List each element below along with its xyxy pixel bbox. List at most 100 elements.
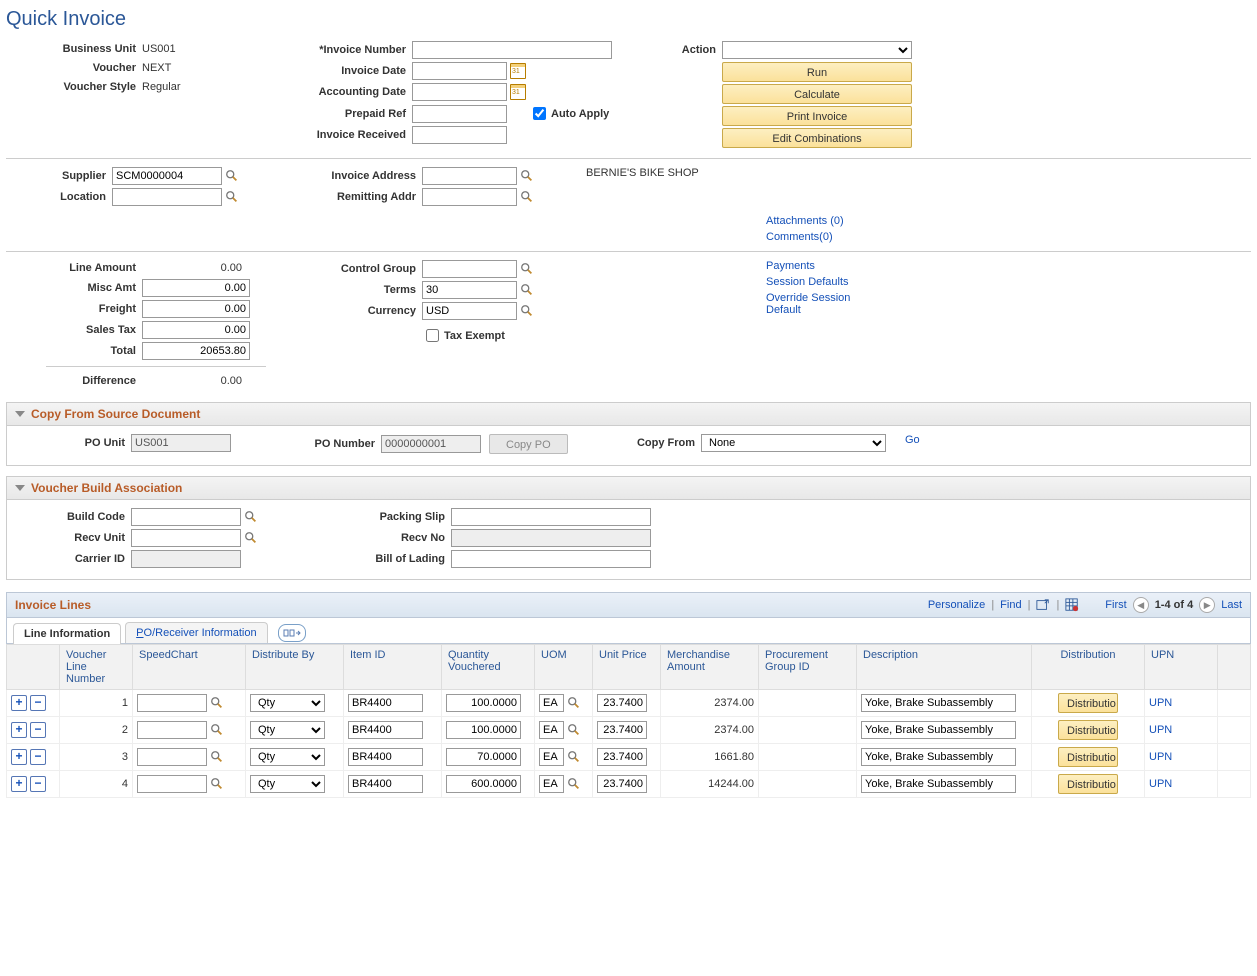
tax-exempt-checkbox[interactable]: [426, 329, 439, 342]
prev-arrow-icon[interactable]: ◀: [1133, 597, 1149, 613]
accounting-date-input[interactable]: [412, 83, 507, 101]
find-link[interactable]: Find: [1000, 599, 1021, 611]
distribution-button[interactable]: Distributio: [1058, 747, 1118, 767]
lookup-icon[interactable]: [567, 696, 581, 710]
invoice-received-input[interactable]: [412, 126, 507, 144]
add-row-button[interactable]: +: [11, 749, 27, 765]
next-arrow-icon[interactable]: ▶: [1199, 597, 1215, 613]
uom-input[interactable]: [539, 694, 564, 712]
calendar-icon[interactable]: [510, 63, 526, 79]
session-defaults-link[interactable]: Session Defaults: [766, 276, 886, 288]
print-invoice-button[interactable]: Print Invoice: [722, 106, 912, 126]
delete-row-button[interactable]: −: [30, 695, 46, 711]
first-link[interactable]: First: [1105, 599, 1126, 611]
freight-input[interactable]: [142, 300, 250, 318]
remitting-addr-input[interactable]: [422, 188, 517, 206]
misc-amt-input[interactable]: [142, 279, 250, 297]
upn-link[interactable]: UPN: [1149, 778, 1172, 790]
tab-po-receiver-information[interactable]: PPO/Receiver InformationO/Receiver Infor…: [125, 622, 267, 643]
col-uom[interactable]: UOM: [535, 645, 593, 690]
quantity-input[interactable]: [446, 694, 521, 712]
uom-input[interactable]: [539, 748, 564, 766]
lookup-icon[interactable]: [210, 750, 224, 764]
run-button[interactable]: Run: [722, 62, 912, 82]
lookup-icon[interactable]: [567, 750, 581, 764]
zoom-icon[interactable]: [1036, 598, 1050, 612]
col-distribute-by[interactable]: Distribute By: [246, 645, 344, 690]
upn-link[interactable]: UPN: [1149, 724, 1172, 736]
add-row-button[interactable]: +: [11, 722, 27, 738]
quantity-input[interactable]: [446, 721, 521, 739]
last-link[interactable]: Last: [1221, 599, 1242, 611]
supplier-input[interactable]: [112, 167, 222, 185]
col-description[interactable]: Description: [857, 645, 1032, 690]
upn-link[interactable]: UPN: [1149, 751, 1172, 763]
lookup-icon[interactable]: [210, 696, 224, 710]
control-group-input[interactable]: [422, 260, 517, 278]
uom-input[interactable]: [539, 721, 564, 739]
distribution-button[interactable]: Distributio: [1058, 774, 1118, 794]
invoice-date-input[interactable]: [412, 62, 507, 80]
distribution-button[interactable]: Distributio: [1058, 720, 1118, 740]
sales-tax-input[interactable]: [142, 321, 250, 339]
total-input[interactable]: [142, 342, 250, 360]
location-input[interactable]: [112, 188, 222, 206]
unit-price-input[interactable]: [597, 694, 647, 712]
add-row-button[interactable]: +: [11, 776, 27, 792]
lookup-icon[interactable]: [210, 777, 224, 791]
speedchart-input[interactable]: [137, 694, 207, 712]
lookup-icon[interactable]: [520, 190, 534, 204]
col-unit-price[interactable]: Unit Price: [593, 645, 661, 690]
col-distribution[interactable]: Distribution: [1032, 645, 1145, 690]
payments-link[interactable]: Payments: [766, 260, 886, 272]
unit-price-input[interactable]: [597, 721, 647, 739]
currency-input[interactable]: [422, 302, 517, 320]
uom-input[interactable]: [539, 775, 564, 793]
lookup-icon[interactable]: [225, 190, 239, 204]
lookup-icon[interactable]: [520, 262, 534, 276]
lookup-icon[interactable]: [520, 169, 534, 183]
description-input[interactable]: [861, 721, 1016, 739]
lookup-icon[interactable]: [520, 283, 534, 297]
col-procurement-group-id[interactable]: Procurement Group ID: [759, 645, 857, 690]
lookup-icon[interactable]: [244, 510, 258, 524]
unit-price-input[interactable]: [597, 775, 647, 793]
lookup-icon[interactable]: [567, 723, 581, 737]
comments-link[interactable]: Comments(0): [766, 231, 1251, 243]
action-select[interactable]: [722, 41, 912, 59]
calendar-icon[interactable]: [510, 84, 526, 100]
go-link[interactable]: Go: [905, 434, 920, 446]
item-id-input[interactable]: [348, 721, 423, 739]
lookup-icon[interactable]: [567, 777, 581, 791]
prepaid-ref-input[interactable]: [412, 105, 507, 123]
quantity-input[interactable]: [446, 775, 521, 793]
invoice-number-input[interactable]: [412, 41, 612, 59]
col-quantity-vouchered[interactable]: Quantity Vouchered: [442, 645, 535, 690]
speedchart-input[interactable]: [137, 775, 207, 793]
download-icon[interactable]: [1065, 598, 1079, 612]
calculate-button[interactable]: Calculate: [722, 84, 912, 104]
description-input[interactable]: [861, 694, 1016, 712]
override-session-default-link[interactable]: Override Session Default: [766, 292, 886, 316]
delete-row-button[interactable]: −: [30, 722, 46, 738]
edit-combinations-button[interactable]: Edit Combinations: [722, 128, 912, 148]
col-merchandise-amount[interactable]: Merchandise Amount: [661, 645, 759, 690]
attachments-link[interactable]: Attachments (0): [766, 215, 1251, 227]
collapse-icon[interactable]: [15, 485, 25, 491]
lookup-icon[interactable]: [244, 531, 258, 545]
bill-of-lading-input[interactable]: [451, 550, 651, 568]
speedchart-input[interactable]: [137, 721, 207, 739]
collapse-icon[interactable]: [15, 411, 25, 417]
speedchart-input[interactable]: [137, 748, 207, 766]
col-voucher-line-number[interactable]: Voucher Line Number: [60, 645, 133, 690]
item-id-input[interactable]: [348, 694, 423, 712]
distribute-by-select[interactable]: Qty: [250, 748, 325, 766]
upn-link[interactable]: UPN: [1149, 697, 1172, 709]
delete-row-button[interactable]: −: [30, 776, 46, 792]
lookup-icon[interactable]: [225, 169, 239, 183]
description-input[interactable]: [861, 748, 1016, 766]
tab-line-information[interactable]: Line Information: [13, 623, 121, 644]
distribute-by-select[interactable]: Qty: [250, 775, 325, 793]
item-id-input[interactable]: [348, 748, 423, 766]
quantity-input[interactable]: [446, 748, 521, 766]
